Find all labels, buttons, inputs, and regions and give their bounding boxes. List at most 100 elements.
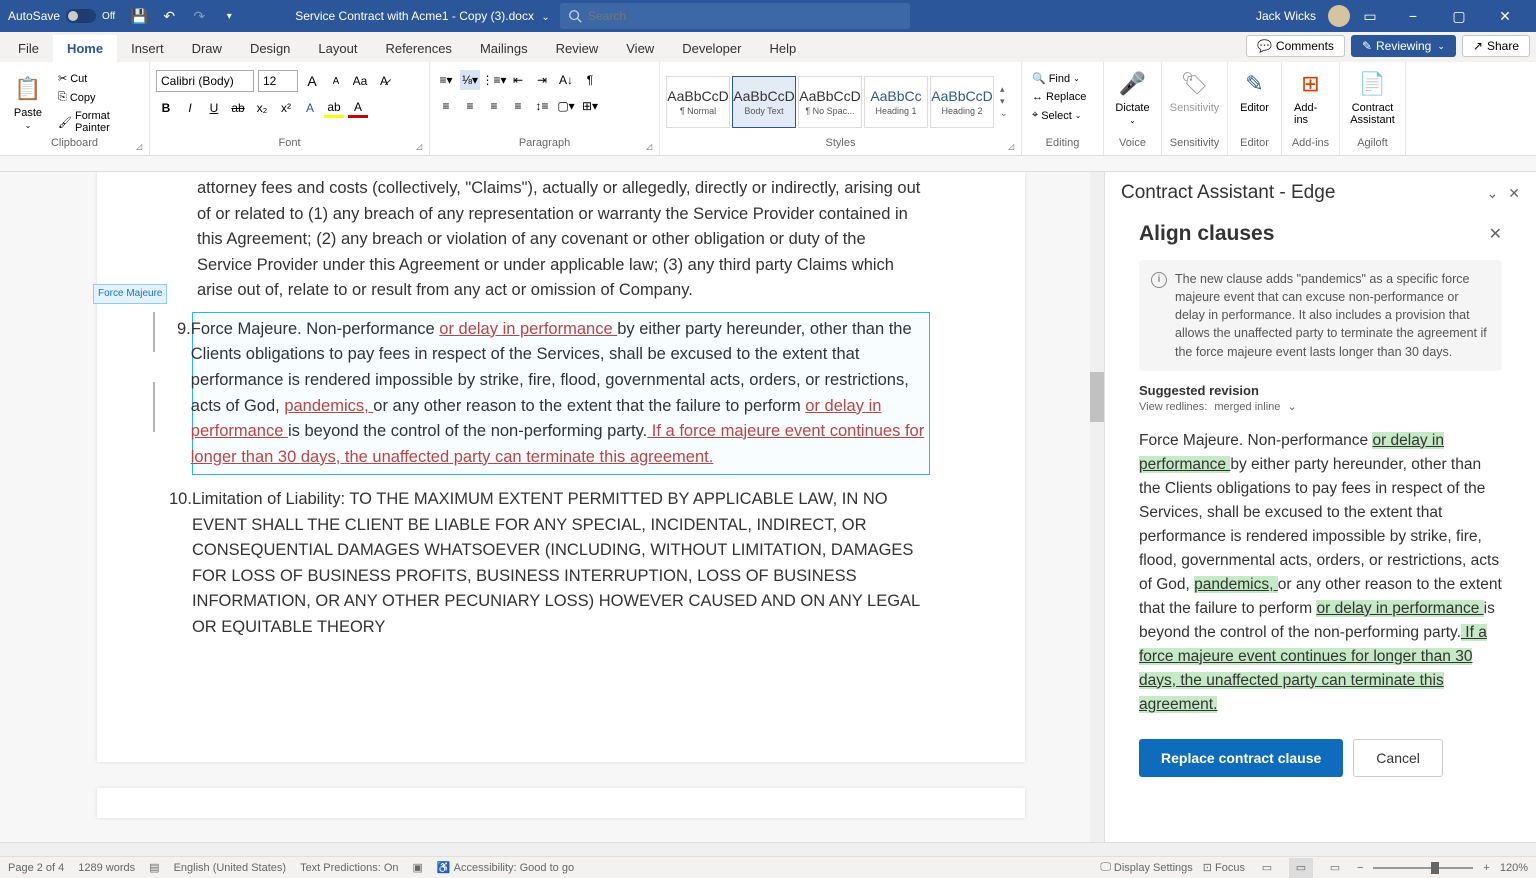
- strikethrough-button[interactable]: ab: [228, 98, 248, 118]
- close-icon[interactable]: ✕: [1489, 224, 1502, 244]
- paragraph-8[interactable]: attorney fees and costs (collectively, "…: [197, 172, 925, 304]
- sort-icon[interactable]: A↓: [556, 70, 576, 90]
- font-size-select[interactable]: [258, 70, 298, 92]
- clear-formatting-icon[interactable]: A̷: [374, 71, 394, 91]
- italic-button[interactable]: I: [180, 98, 200, 118]
- zoom-level[interactable]: 120%: [1500, 862, 1528, 874]
- bold-button[interactable]: B: [156, 98, 176, 118]
- suggestion-text[interactable]: Force Majeure. Non-performance or delay …: [1121, 423, 1520, 729]
- focus-button[interactable]: ⊡Focus: [1203, 861, 1245, 874]
- style-normal[interactable]: AaBbCcD¶ Normal: [666, 76, 730, 128]
- customize-qat-icon[interactable]: ▾: [221, 8, 237, 24]
- dictate-button[interactable]: 🎤Dictate⌄: [1110, 66, 1155, 127]
- style-expand-icon[interactable]: ⌄: [1000, 108, 1008, 119]
- style-scroll-up-icon[interactable]: ▴: [1000, 84, 1008, 95]
- user-name[interactable]: Jack Wicks: [1256, 9, 1316, 23]
- zoom-out-button[interactable]: −: [1357, 862, 1363, 874]
- replace-button[interactable]: ↔Replace: [1028, 89, 1097, 105]
- borders-icon[interactable]: ⊞▾: [580, 96, 600, 116]
- addins-button[interactable]: ⊞Add-ins: [1288, 66, 1333, 128]
- show-marks-icon[interactable]: ¶: [580, 70, 600, 90]
- font-dialog-launcher-icon[interactable]: ◿: [416, 142, 426, 152]
- style-no-spacing[interactable]: AaBbCcD¶ No Spac...: [798, 76, 862, 128]
- zoom-in-button[interactable]: +: [1483, 862, 1489, 874]
- document-area[interactable]: attorney fees and costs (collectively, "…: [18, 172, 1104, 842]
- align-right-icon[interactable]: ≡: [484, 96, 504, 116]
- read-mode-icon[interactable]: ▭: [1255, 858, 1279, 878]
- autosave-control[interactable]: AutoSave Off: [0, 9, 123, 23]
- zoom-slider-thumb[interactable]: [1431, 862, 1439, 874]
- tab-insert[interactable]: Insert: [117, 35, 178, 62]
- tab-design[interactable]: Design: [236, 35, 304, 62]
- vertical-ruler[interactable]: [0, 172, 18, 842]
- numbering-icon[interactable]: ⅛▾: [460, 70, 480, 90]
- search-input[interactable]: [588, 9, 902, 23]
- tab-view[interactable]: View: [612, 35, 668, 62]
- vertical-scrollbar[interactable]: [1090, 172, 1104, 842]
- share-button[interactable]: ↗Share: [1462, 35, 1530, 57]
- cancel-button[interactable]: Cancel: [1353, 739, 1443, 777]
- text-effects-icon[interactable]: A: [300, 98, 320, 118]
- editor-button[interactable]: ✎Editor: [1234, 66, 1275, 116]
- maximize-button[interactable]: ▢: [1436, 0, 1482, 32]
- tab-layout[interactable]: Layout: [304, 35, 371, 62]
- tab-help[interactable]: Help: [755, 35, 810, 62]
- tab-draw[interactable]: Draw: [178, 35, 236, 62]
- increase-indent-icon[interactable]: ⇥: [532, 70, 552, 90]
- contract-assistant-button[interactable]: 📄Contract Assistant: [1346, 66, 1399, 128]
- web-layout-icon[interactable]: ▭: [1323, 858, 1347, 878]
- paragraph-10[interactable]: Limitation of Liability: TO THE MAXIMUM …: [192, 487, 925, 640]
- subscript-button[interactable]: x₂: [252, 98, 272, 118]
- zoom-slider[interactable]: [1373, 867, 1473, 869]
- save-icon[interactable]: 💾: [131, 8, 147, 24]
- undo-icon[interactable]: ↶: [161, 8, 177, 24]
- format-painter-button[interactable]: 🖌Format Painter: [54, 108, 143, 136]
- close-button[interactable]: ✕: [1482, 0, 1528, 32]
- justify-icon[interactable]: ≡: [508, 96, 528, 116]
- align-center-icon[interactable]: ≡: [460, 96, 480, 116]
- underline-button[interactable]: U: [204, 98, 224, 118]
- clipboard-dialog-launcher-icon[interactable]: ◿: [136, 142, 146, 152]
- page-indicator[interactable]: Page 2 of 4: [8, 862, 64, 874]
- font-name-select[interactable]: [156, 70, 254, 92]
- find-button[interactable]: 🔍Find⌄: [1028, 70, 1097, 87]
- shading-icon[interactable]: ▢▾: [556, 96, 576, 116]
- replace-contract-clause-button[interactable]: Replace contract clause: [1139, 739, 1343, 777]
- paragraph-9-highlighted[interactable]: 9. Force Majeure. Non-performance or del…: [192, 312, 930, 475]
- redo-icon[interactable]: ↷: [191, 8, 207, 24]
- pane-dropdown-icon[interactable]: ⌄: [1487, 185, 1499, 202]
- multilevel-list-icon[interactable]: ⋮≡▾: [484, 70, 504, 90]
- language-indicator[interactable]: English (United States): [174, 862, 287, 874]
- paragraph-dialog-launcher-icon[interactable]: ◿: [646, 142, 656, 152]
- tab-references[interactable]: References: [371, 35, 465, 62]
- grow-font-icon[interactable]: A: [302, 71, 322, 91]
- decrease-indent-icon[interactable]: ⇤: [508, 70, 528, 90]
- tab-home[interactable]: Home: [53, 35, 117, 62]
- copy-button[interactable]: ⎘Copy: [54, 89, 143, 106]
- styles-dialog-launcher-icon[interactable]: ◿: [1008, 142, 1018, 152]
- word-count[interactable]: 1289 words: [78, 862, 135, 874]
- autosave-toggle-icon[interactable]: [66, 9, 96, 23]
- force-majeure-tag[interactable]: Force Majeure: [93, 284, 167, 304]
- display-settings-button[interactable]: 🖵Display Settings: [1100, 861, 1192, 874]
- paste-button[interactable]: 📋Paste⌄: [6, 66, 50, 137]
- superscript-button[interactable]: x²: [276, 98, 296, 118]
- change-case-icon[interactable]: Aa: [350, 71, 370, 91]
- sensitivity-button[interactable]: 🏷Sensitivity: [1168, 66, 1221, 116]
- style-heading-2[interactable]: AaBbCcDHeading 2: [930, 76, 994, 128]
- tab-mailings[interactable]: Mailings: [466, 35, 542, 62]
- comments-button[interactable]: 💬Comments: [1246, 35, 1345, 57]
- highlight-color-icon[interactable]: ab: [324, 98, 344, 118]
- accessibility-indicator[interactable]: ♿Accessibility: Good to go: [437, 861, 574, 874]
- macro-icon[interactable]: ▣: [413, 861, 423, 874]
- ruler[interactable]: [0, 156, 1536, 172]
- align-left-icon[interactable]: ≡: [436, 96, 456, 116]
- user-avatar-icon[interactable]: [1328, 5, 1350, 27]
- font-color-icon[interactable]: A: [348, 98, 368, 118]
- ribbon-display-icon[interactable]: ▭: [1362, 8, 1378, 24]
- spellcheck-icon[interactable]: ▤: [149, 861, 159, 874]
- print-layout-icon[interactable]: ▭: [1289, 858, 1313, 878]
- shrink-font-icon[interactable]: A: [326, 71, 346, 91]
- style-scroll-down-icon[interactable]: ▾: [1000, 96, 1008, 107]
- pane-close-icon[interactable]: ✕: [1508, 185, 1520, 202]
